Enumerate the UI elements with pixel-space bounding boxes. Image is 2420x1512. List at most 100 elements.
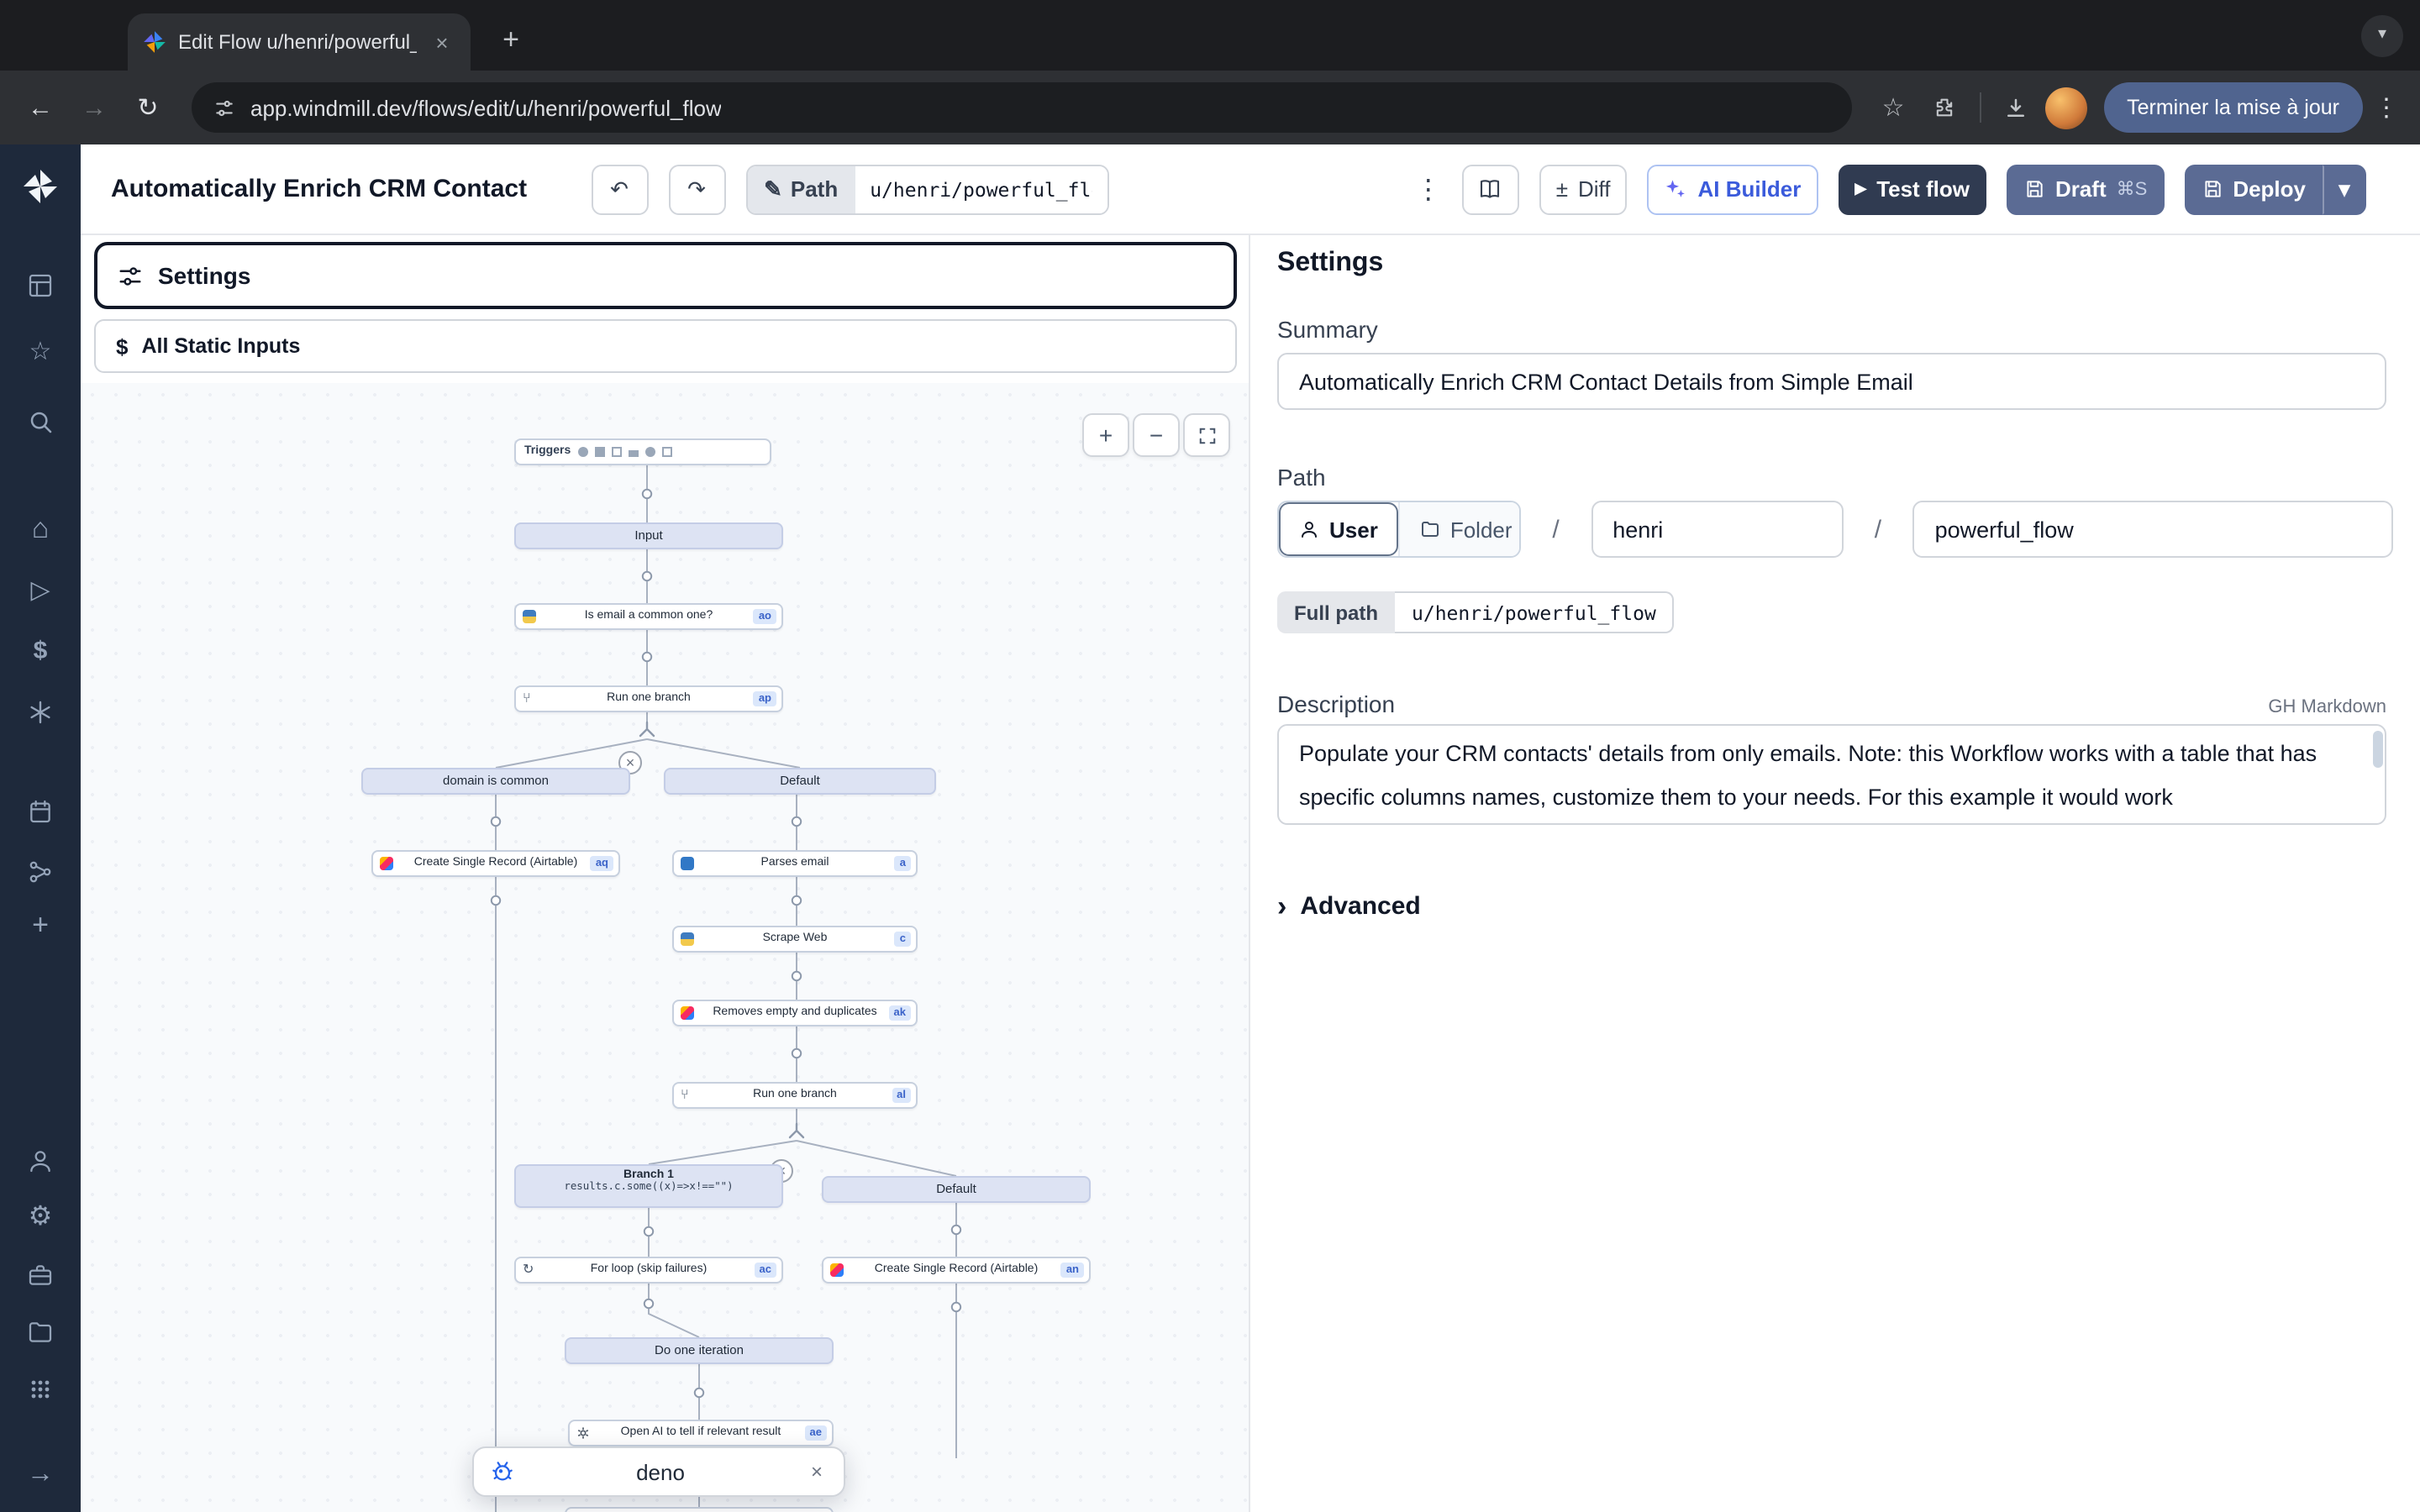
url-text: app.windmill.dev/flows/edit/u/henri/powe… [250, 95, 722, 120]
site-info-icon[interactable] [213, 97, 235, 118]
full-path-value: u/henri/powerful_flow [1395, 591, 1675, 633]
node-badge: aq [591, 856, 613, 871]
new-tab-button[interactable]: + [491, 20, 531, 60]
sidebar-item-settings[interactable]: ⚙ [0, 1205, 81, 1231]
flow-branch-1[interactable]: Branch 1 results.c.some((x)=>x!=="") [514, 1164, 783, 1208]
flow-branch-domain-common[interactable]: domain is common [361, 768, 630, 795]
sidebar-item-create[interactable]: + [0, 912, 81, 939]
draft-button[interactable]: Draft ⌘S [2007, 164, 2164, 214]
tooltip-close-icon[interactable]: × [805, 1460, 829, 1483]
browser-menu-icon[interactable]: ⋮ [2370, 92, 2403, 123]
bookmark-star-icon[interactable]: ☆ [1871, 86, 1915, 129]
flow-node-openai-check[interactable]: Open AI to tell if relevant result ae [568, 1420, 834, 1446]
plus-minus-icon: ± [1556, 176, 1568, 202]
flow-canvas[interactable]: + − Triggers Input [81, 383, 1250, 1512]
flow-node-partial[interactable] [565, 1507, 834, 1512]
docs-button[interactable] [1462, 164, 1519, 214]
redo-button[interactable]: ↷ [668, 164, 725, 214]
path-edit-button[interactable]: ✎ Path [747, 165, 855, 213]
flow-node-run-one-branch-1[interactable]: ⑂ Run one branch ap [514, 685, 783, 712]
zoom-fit-button[interactable] [1183, 413, 1230, 457]
sidebar-item-folders[interactable] [27, 1319, 54, 1346]
node-badge: ap [754, 691, 776, 706]
download-icon[interactable] [1994, 86, 2038, 129]
sidebar-item-apps-grid[interactable] [27, 1376, 54, 1403]
extensions-icon[interactable] [1922, 86, 1965, 129]
sidebar-item-variables[interactable]: $ [0, 638, 81, 665]
triggers-label: Triggers [524, 440, 571, 464]
flow-node-for-loop[interactable]: ↻ For loop (skip failures) ac [514, 1257, 783, 1284]
test-flow-button[interactable]: ▶ Test flow [1838, 164, 1986, 214]
flow-branch-default-2[interactable]: Default [822, 1176, 1091, 1203]
ai-builder-button[interactable]: AI Builder [1648, 164, 1818, 214]
flow-node-create-record-1[interactable]: Create Single Record (Airtable) aq [371, 850, 620, 877]
forward-button[interactable]: → [71, 84, 118, 131]
path-label: Path [1277, 464, 2393, 491]
canvas-zoom-controls: + − [1082, 413, 1230, 457]
node-badge: c [895, 932, 911, 947]
sidebar-item-workers[interactable] [27, 858, 54, 885]
zoom-in-button[interactable]: + [1082, 413, 1129, 457]
tab-search-button[interactable]: ▾ [2361, 15, 2403, 57]
path-owner-input[interactable] [1591, 501, 1843, 558]
tab-close-icon[interactable]: × [429, 29, 455, 55]
sidebar-item-favorites[interactable]: ☆ [0, 339, 81, 366]
summary-input[interactable] [1277, 353, 2386, 410]
python-icon [681, 932, 694, 946]
flow-node-run-one-branch-2[interactable]: ⑂ Run one branch al [672, 1082, 918, 1109]
sidebar-item-resources[interactable] [27, 699, 54, 726]
header-more-icon[interactable]: ⋮ [1415, 172, 1442, 206]
sidebar-item-runs[interactable]: ▷ [0, 578, 81, 605]
flow-node-scrape-web[interactable]: Scrape Web c [672, 926, 918, 953]
flow-node-create-record-2[interactable]: Create Single Record (Airtable) an [822, 1257, 1091, 1284]
full-path-label: Full path [1277, 591, 1395, 633]
address-bar[interactable]: app.windmill.dev/flows/edit/u/henri/powe… [192, 82, 1851, 133]
flow-node-removes-duplicates[interactable]: Removes empty and duplicates ak [672, 1000, 918, 1026]
flow-node-parses-email[interactable]: Parses email a [672, 850, 918, 877]
deploy-dropdown-button[interactable]: ▾ [2323, 164, 2366, 214]
flow-title[interactable]: Automatically Enrich CRM Contact [111, 175, 527, 203]
kafka-icon [661, 447, 671, 457]
schedule-icon [594, 447, 604, 457]
all-static-inputs[interactable]: $ All Static Inputs [94, 319, 1237, 373]
description-scrollbar[interactable] [2373, 731, 2383, 768]
sidebar-item-home[interactable]: ⌂ [0, 516, 81, 543]
runtime-tooltip[interactable]: deno × [472, 1446, 845, 1497]
chrome-update-button[interactable]: Terminer la mise à jour [2103, 82, 2363, 133]
description-label: Description [1277, 690, 1395, 717]
path-input[interactable] [855, 165, 1107, 213]
browser-tab[interactable]: Edit Flow u/henri/powerful_flow × [128, 13, 471, 71]
flow-node-do-one-iteration[interactable]: Do one iteration [565, 1337, 834, 1364]
deploy-button[interactable]: Deploy [2184, 164, 2323, 214]
fullscreen-icon [1197, 426, 1216, 444]
advanced-section-toggle[interactable]: › Advanced [1277, 892, 2393, 921]
sidebar-item-user[interactable] [27, 1147, 54, 1174]
flow-node-email-check[interactable]: Is email a common one? ao [514, 603, 783, 630]
sidebar-item-apps[interactable] [27, 272, 54, 299]
diff-button[interactable]: ± Diff [1539, 164, 1628, 214]
node-badge: ae [805, 1425, 827, 1441]
flow-settings-selector[interactable]: Settings [94, 242, 1237, 309]
profile-avatar[interactable] [2044, 87, 2086, 129]
description-textarea[interactable]: Populate your CRM contacts' details from… [1277, 724, 2386, 825]
windmill-logo[interactable] [20, 166, 60, 207]
path-editor: ✎ Path [745, 164, 1108, 214]
settings-panel: Settings Summary Path User Folder [1250, 235, 2420, 1512]
flow-node-triggers[interactable]: Triggers [514, 438, 771, 465]
owner-kind-folder[interactable]: Folder [1398, 502, 1521, 556]
flow-branch-default-1[interactable]: Default [664, 768, 936, 795]
pencil-icon: ✎ [764, 176, 782, 202]
owner-kind-user[interactable]: User [1279, 502, 1398, 556]
sidebar-expand-icon[interactable]: → [0, 1462, 81, 1488]
sidebar-item-schedules[interactable] [27, 798, 54, 825]
flow-node-input[interactable]: Input [514, 522, 783, 549]
draft-label: Draft [2055, 176, 2107, 202]
sidebar-item-search[interactable] [27, 408, 54, 435]
sidebar-item-workspace[interactable] [27, 1262, 54, 1289]
back-button[interactable]: ← [17, 84, 64, 131]
zoom-out-button[interactable]: − [1133, 413, 1180, 457]
undo-button[interactable]: ↶ [591, 164, 648, 214]
reload-button[interactable]: ↻ [124, 84, 171, 131]
toolbar-divider [1979, 92, 1981, 123]
path-name-input[interactable] [1913, 501, 2393, 558]
